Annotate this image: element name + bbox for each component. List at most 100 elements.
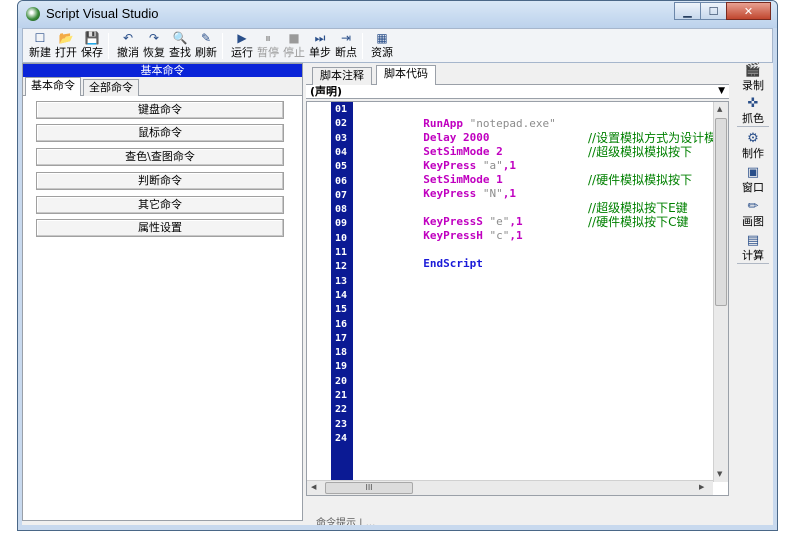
- keyboard-commands-button[interactable]: 键盘命令: [36, 101, 284, 119]
- calculate-tool[interactable]: ▤ 计算: [733, 233, 773, 262]
- other-commands-button[interactable]: 其它命令: [36, 196, 284, 214]
- scroll-up-icon[interactable]: ▲: [717, 105, 722, 113]
- line-number: 06: [335, 175, 348, 187]
- minimize-button[interactable]: ▁: [674, 2, 701, 20]
- scroll-right-icon[interactable]: ▶: [699, 483, 704, 491]
- code-comment-3: //设置模拟方式为设计模拟: [588, 131, 716, 145]
- mouse-commands-button[interactable]: 鼠标命令: [36, 124, 284, 142]
- tools-separator: [737, 263, 769, 264]
- line-number: 09: [335, 218, 348, 230]
- stop-icon: ■: [288, 31, 300, 45]
- pick-color-tool[interactable]: ✜ 抓色: [733, 96, 773, 125]
- pencil-icon: ✏: [747, 199, 759, 214]
- record-icon: 🎬: [744, 63, 762, 78]
- color-image-commands-button[interactable]: 查色\查图命令: [36, 148, 284, 166]
- line-number: 18: [335, 347, 348, 359]
- calculator-icon: ▤: [746, 233, 760, 248]
- app-icon: [26, 7, 40, 21]
- line-number: 12: [335, 261, 348, 273]
- editor-tabs: 脚本注释 脚本代码: [306, 63, 729, 86]
- tools-sidebar: 🎬 录制 ✜ 抓色 ⚙ 制作 ▣ 窗口 ✏ 画图 ▤ 计算: [733, 63, 773, 523]
- title-bar[interactable]: Script Visual Studio ▁ ☐ ✕: [18, 1, 777, 28]
- undo-icon: ↶: [122, 31, 134, 45]
- code-line-11[interactable]: EndScript: [357, 243, 717, 285]
- line-number: 20: [335, 375, 348, 387]
- refresh-button[interactable]: ✎ 刷新: [193, 31, 219, 60]
- tab-all-commands[interactable]: 全部命令: [83, 79, 139, 96]
- command-tabs: 基本命令 全部命令: [23, 77, 302, 96]
- window-tool[interactable]: ▣ 窗口: [733, 165, 773, 194]
- client-area: 基本命令 基本命令 全部命令 键盘命令 鼠标命令 查色\查图命令 判断命令 其它…: [22, 63, 773, 529]
- breakpoint-label: 断点: [335, 46, 357, 59]
- breakpoint-button[interactable]: ⇥ 断点: [333, 31, 359, 60]
- declaration-dropdown[interactable]: (声明) ▼: [306, 85, 729, 99]
- scroll-down-icon[interactable]: ▼: [717, 470, 722, 478]
- line-number: 17: [335, 332, 348, 344]
- save-icon: 💾: [84, 31, 100, 45]
- redo-icon: ↷: [148, 31, 160, 45]
- line-number: 11: [335, 247, 348, 258]
- resources-label: 资源: [371, 46, 393, 59]
- record-tool[interactable]: 🎬 录制: [733, 63, 773, 92]
- chevron-down-icon: ▼: [718, 86, 725, 96]
- step-icon: ⏭: [314, 31, 326, 45]
- line-number: 14: [335, 289, 348, 301]
- toolbar-separator: [108, 33, 109, 59]
- save-label: 保存: [81, 46, 103, 59]
- vertical-scrollbar[interactable]: ▲ ▼: [713, 102, 728, 482]
- code-area[interactable]: 01 02 03 04 05 06 07 08 09 10 11 12 13 14 15 16 17 18 19 20…: [306, 101, 729, 496]
- declaration-value: (声明): [310, 85, 343, 98]
- resources-button[interactable]: ▦ 资源: [369, 31, 395, 60]
- code-comment-8: //超级模拟按下E键: [588, 201, 688, 215]
- property-settings-button[interactable]: 属性设置: [36, 219, 284, 237]
- pause-icon: ⏸: [264, 31, 271, 45]
- record-label: 录制: [742, 79, 764, 92]
- horizontal-scroll-thumb[interactable]: III: [325, 482, 413, 494]
- window-label: 窗口: [742, 181, 764, 194]
- line-number: 24: [335, 432, 348, 444]
- make-icon: ⚙: [747, 131, 759, 146]
- vertical-scroll-thumb[interactable]: [715, 118, 727, 306]
- script-editor: 脚本注释 脚本代码 (声明) ▼ 01 02 03 04 05 06 07 08 09 10 11 1…: [306, 63, 729, 529]
- draw-tool[interactable]: ✏ 画图: [733, 199, 773, 228]
- code-comment-6: //硬件模拟模拟按下: [588, 173, 693, 187]
- save-button[interactable]: 💾 保存: [79, 31, 105, 60]
- line-number: 01: [335, 104, 348, 115]
- tab-basic-commands[interactable]: 基本命令: [25, 77, 81, 96]
- draw-label: 画图: [742, 215, 764, 228]
- close-button[interactable]: ✕: [726, 2, 771, 20]
- app-window: Script Visual Studio ▁ ☐ ✕ ☐ 新建 📂 打开 💾 保…: [17, 0, 778, 531]
- resources-icon: ▦: [376, 31, 388, 45]
- tools-separator: [737, 126, 769, 127]
- make-tool[interactable]: ⚙ 制作: [733, 131, 773, 160]
- window-icon: ▣: [746, 165, 760, 180]
- tab-script-code[interactable]: 脚本代码: [376, 65, 436, 86]
- play-icon: ▶: [237, 31, 247, 45]
- command-panel-header: 基本命令: [23, 64, 302, 77]
- refresh-label: 刷新: [195, 46, 217, 59]
- line-number: 04: [335, 146, 348, 158]
- code-comment-9: //硬件模拟按下C键: [588, 215, 689, 229]
- pick-color-label: 抓色: [742, 112, 764, 125]
- binoculars-icon: 🔍: [172, 31, 188, 45]
- code-comment-4: //超级模拟模拟按下: [588, 145, 693, 159]
- line-number: 07: [335, 189, 348, 201]
- line-number: 19: [335, 361, 348, 373]
- maximize-button[interactable]: ☐: [700, 2, 727, 20]
- line-number: 21: [335, 390, 348, 401]
- line-number: 13: [335, 275, 348, 287]
- horizontal-scrollbar[interactable]: ◀ III ▶: [307, 480, 713, 495]
- calculate-label: 计算: [742, 249, 764, 262]
- scroll-left-icon[interactable]: ◀: [311, 483, 316, 491]
- tab-script-comment[interactable]: 脚本注释: [312, 67, 372, 85]
- line-number: 05: [335, 161, 348, 173]
- main-toolbar: ☐ 新建 📂 打开 💾 保存 ↶ 撤消 ↷ 恢复 🔍 查找 ✎ 刷新 ▶ 运行 …: [22, 28, 773, 63]
- line-number: 23: [335, 418, 348, 430]
- condition-commands-button[interactable]: 判断命令: [36, 172, 284, 190]
- command-panel: 基本命令 基本命令 全部命令 键盘命令 鼠标命令 查色\查图命令 判断命令 其它…: [22, 63, 303, 521]
- make-label: 制作: [742, 147, 764, 160]
- line-number: 10: [335, 232, 348, 244]
- line-number: 02: [335, 118, 348, 130]
- brush-icon: ✎: [200, 31, 212, 45]
- folder-icon: 📂: [58, 31, 74, 45]
